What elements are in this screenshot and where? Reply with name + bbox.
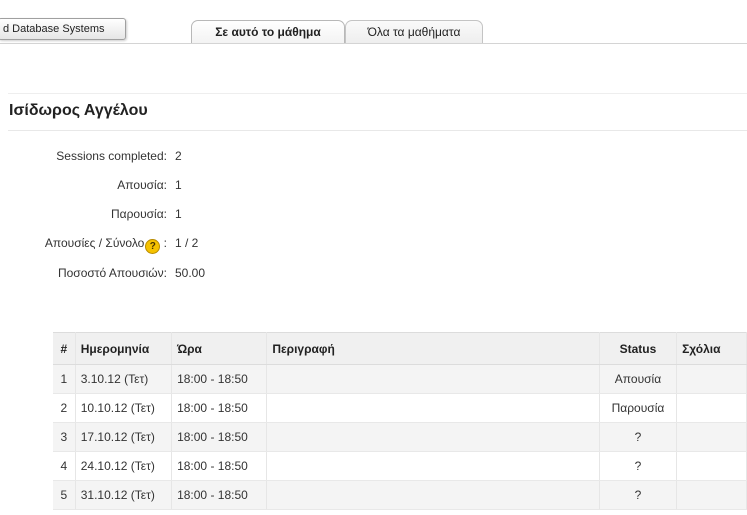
tab-all-courses[interactable]: Όλα τα μαθήματα <box>345 20 483 43</box>
session-status: Απουσία <box>599 364 678 394</box>
stat-label-absence-percent: Ποσοστό Απουσιών: <box>57 266 167 280</box>
tab-this-course[interactable]: Σε αυτό το μάθημα <box>191 20 345 43</box>
session-time: 18:00 - 18:50 <box>171 393 268 423</box>
session-date: 31.10.12 (Τετ) <box>75 480 173 510</box>
column-header-remarks[interactable]: Σχόλια <box>676 332 747 365</box>
stat-label-absences-total: Απουσίες / Σύνολο? : <box>45 236 167 254</box>
session-description <box>266 451 600 481</box>
sessions-table: # Ημερομηνία Ώρα Περιγραφή Status Σχόλια… <box>53 332 747 510</box>
table-row: 4 24.10.12 (Τετ) 18:00 - 18:50 ? <box>53 451 747 481</box>
row-number: 5 <box>53 480 76 510</box>
stat-value-absences-total: 1 / 2 <box>175 236 199 250</box>
table-row: 5 31.10.12 (Τετ) 18:00 - 18:50 ? <box>53 480 747 510</box>
session-time: 18:00 - 18:50 <box>171 451 268 481</box>
column-header-time[interactable]: Ώρα <box>171 332 268 365</box>
session-remarks <box>676 393 747 423</box>
stat-value-absence-percent: 50.00 <box>175 266 206 280</box>
session-date: 24.10.12 (Τετ) <box>75 451 173 481</box>
session-date: 17.10.12 (Τετ) <box>75 422 173 452</box>
session-remarks <box>676 422 747 452</box>
table-row: 1 3.10.12 (Τετ) 18:00 - 18:50 Απουσία <box>53 364 747 394</box>
session-date: 3.10.12 (Τετ) <box>75 364 173 394</box>
session-status: ? <box>599 422 678 452</box>
divider <box>8 130 747 131</box>
session-time: 18:00 - 18:50 <box>171 480 268 510</box>
course-selector-button[interactable]: d Database Systems <box>0 18 126 40</box>
stat-label-absent: Απουσία: <box>117 178 167 192</box>
student-name: Ισίδωρος Αγγέλου <box>9 102 148 119</box>
stat-label-sessions-completed: Sessions completed: <box>56 149 167 163</box>
row-number: 4 <box>53 451 76 481</box>
session-description <box>266 364 600 394</box>
table-row: 2 10.10.12 (Τετ) 18:00 - 18:50 Παρουσία <box>53 393 747 423</box>
session-status: Παρουσία <box>599 393 678 423</box>
session-remarks <box>676 480 747 510</box>
session-time: 18:00 - 18:50 <box>171 422 268 452</box>
table-row: 3 17.10.12 (Τετ) 18:00 - 18:50 ? <box>53 422 747 452</box>
row-number: 2 <box>53 393 76 423</box>
session-remarks <box>676 364 747 394</box>
row-number: 3 <box>53 422 76 452</box>
tab-baseline <box>0 43 747 44</box>
stat-value-sessions-completed: 2 <box>175 149 182 163</box>
column-header-date[interactable]: Ημερομηνία <box>75 332 173 365</box>
column-header-status[interactable]: Status <box>599 332 678 365</box>
help-icon[interactable]: ? <box>145 239 161 254</box>
session-date: 10.10.12 (Τετ) <box>75 393 173 423</box>
session-description <box>266 480 600 510</box>
session-time: 18:00 - 18:50 <box>171 364 268 394</box>
stat-value-absent: 1 <box>175 178 182 192</box>
session-description <box>266 422 600 452</box>
column-header-description[interactable]: Περιγραφή <box>266 332 600 365</box>
session-status: ? <box>599 480 678 510</box>
session-remarks <box>676 451 747 481</box>
session-description <box>266 393 600 423</box>
stat-label-present: Παρουσία: <box>110 207 167 221</box>
stat-label-text: Απουσίες / Σύνολο <box>44 236 145 250</box>
stat-value-present: 1 <box>175 207 182 221</box>
stat-label-suffix: : <box>160 236 167 250</box>
column-header-number[interactable]: # <box>53 332 76 365</box>
session-status: ? <box>599 451 678 481</box>
row-number: 1 <box>53 364 76 394</box>
divider <box>8 93 747 94</box>
table-header-row: # Ημερομηνία Ώρα Περιγραφή Status Σχόλια <box>53 332 747 365</box>
